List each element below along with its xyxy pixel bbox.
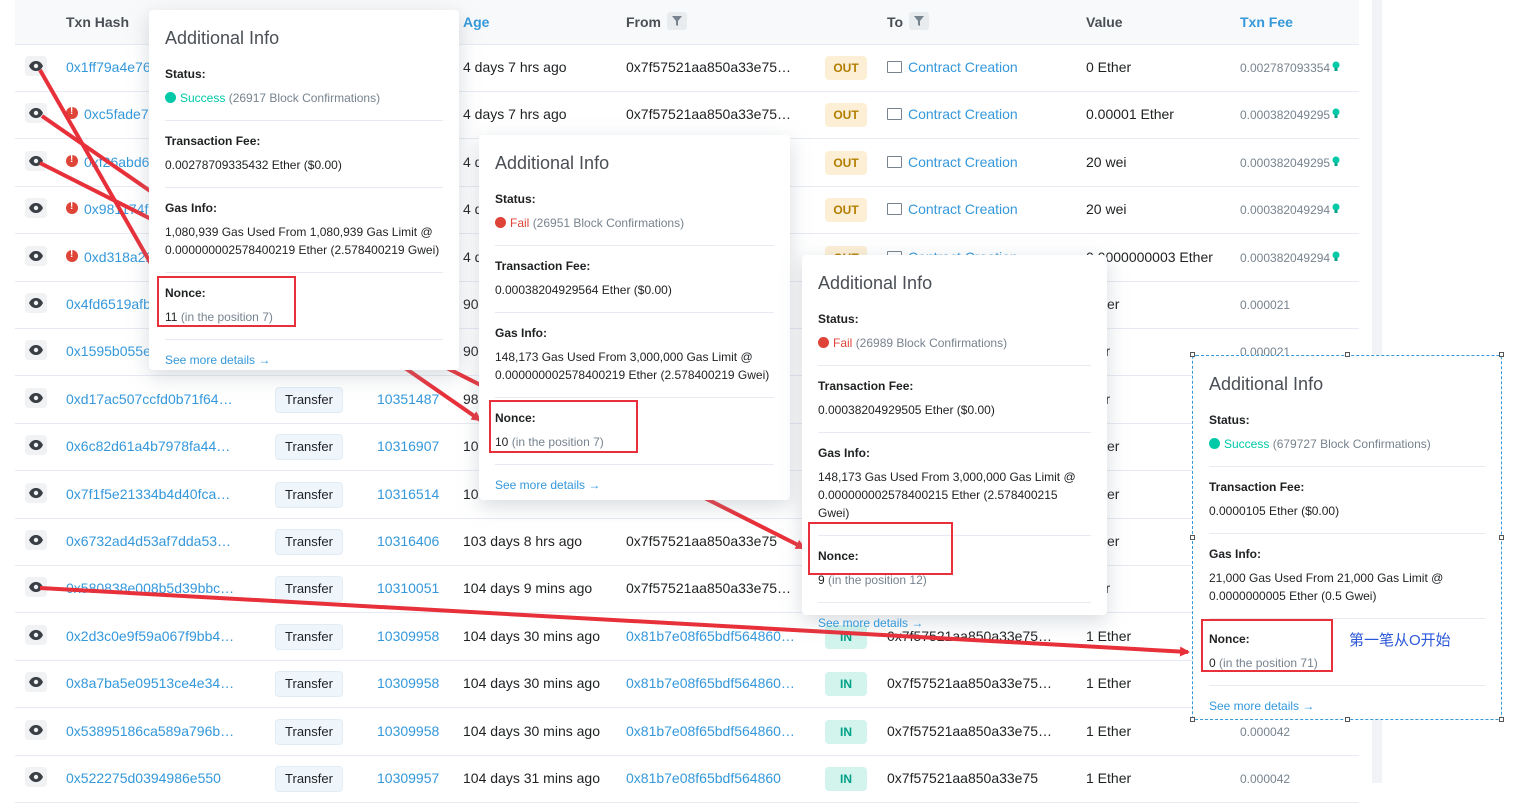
- gas-section: Gas Info: 148,173 Gas Used From 3,000,000…: [495, 326, 774, 398]
- nonce-highlight-box: [808, 522, 953, 575]
- nonce-highlight-box: [157, 276, 296, 327]
- gas-value: 21,000 Gas Used From 21,000 Gas Limit @ …: [1209, 571, 1444, 603]
- status-text: Fail: [833, 336, 853, 350]
- popup-title: Additional Info: [165, 28, 280, 48]
- fee-value: 0.00038204929505 Ether ($0.00): [818, 403, 995, 417]
- popup-title: Additional Info: [818, 273, 933, 293]
- popup-title: Additional Info: [495, 153, 610, 173]
- fee-value: 0.0000105 Ether ($0.00): [1209, 504, 1340, 518]
- annotation-note: 第一笔从O开始: [1349, 632, 1451, 649]
- status-confirmations: (679727 Block Confirmations): [1272, 437, 1431, 451]
- popup-title: Additional Info: [1209, 374, 1324, 394]
- see-more-details-link[interactable]: See more details →: [1209, 699, 1485, 713]
- status-confirmations: (26989 Block Confirmations): [855, 336, 1008, 350]
- resize-handle[interactable]: [1345, 352, 1350, 357]
- x-circle-icon: [495, 217, 506, 229]
- status-confirmations: (26951 Block Confirmations): [532, 216, 685, 230]
- gas-label: Gas Info:: [165, 201, 218, 215]
- status-label: Status:: [495, 192, 536, 206]
- status-text: Success: [180, 91, 226, 105]
- fee-value: 0.00038204929564 Ether ($0.00): [495, 283, 672, 297]
- status-value: Success (679727 Block Confirmations): [1209, 435, 1485, 453]
- resize-handle[interactable]: [1499, 352, 1504, 357]
- check-circle-icon: [1209, 438, 1220, 450]
- status-section: Status: Success (26917 Block Confirmation…: [165, 67, 443, 121]
- gas-value: 148,173 Gas Used From 3,000,000 Gas Limi…: [818, 470, 1076, 520]
- gas-label: Gas Info:: [818, 446, 871, 460]
- status-confirmations: (26917 Block Confirmations): [228, 91, 381, 105]
- status-label: Status:: [165, 67, 206, 81]
- fee-label: Transaction Fee:: [1209, 480, 1305, 494]
- resize-handle[interactable]: [1345, 717, 1350, 722]
- gas-label: Gas Info:: [495, 326, 548, 340]
- x-circle-icon: [818, 337, 829, 349]
- status-section: Status: Success (679727 Block Confirmatio…: [1209, 413, 1485, 467]
- gas-section: Gas Info: 21,000 Gas Used From 21,000 Gas…: [1209, 547, 1485, 619]
- fee-label: Transaction Fee:: [495, 259, 591, 273]
- arrow-1: [38, 69, 164, 285]
- status-section: Status: Fail (26951 Block Confirmations): [495, 192, 774, 246]
- gas-value: 1,080,939 Gas Used From 1,080,939 Gas Li…: [165, 225, 440, 257]
- gas-section: Gas Info: 1,080,939 Gas Used From 1,080,9…: [165, 201, 443, 273]
- nonce-position: (in the position 12): [828, 573, 927, 587]
- check-circle-icon: [165, 92, 176, 104]
- see-more-details-link[interactable]: See more details →: [165, 353, 443, 367]
- resize-handle[interactable]: [1499, 535, 1504, 540]
- status-text: Fail: [510, 216, 530, 230]
- fee-value: 0.00278709335432 Ether ($0.00): [165, 158, 342, 172]
- fee-section: Transaction Fee: 0.00038204929505 Ether (…: [818, 379, 1091, 433]
- status-text: Success: [1224, 437, 1270, 451]
- status-label: Status:: [818, 312, 859, 326]
- fee-section: Transaction Fee: 0.0000105 Ether ($0.00): [1209, 480, 1485, 534]
- gas-label: Gas Info:: [1209, 547, 1262, 561]
- fee-section: Transaction Fee: 0.00278709335432 Ether (…: [165, 134, 443, 188]
- status-section: Status: Fail (26989 Block Confirmations): [818, 312, 1091, 366]
- resize-handle[interactable]: [1190, 535, 1195, 540]
- status-value: Success (26917 Block Confirmations): [165, 89, 443, 107]
- nonce-number: 9: [818, 573, 825, 587]
- status-value: Fail (26951 Block Confirmations): [495, 214, 774, 232]
- see-more-details-link[interactable]: See more details →: [818, 616, 1091, 630]
- fee-label: Transaction Fee:: [165, 134, 261, 148]
- gas-value: 148,173 Gas Used From 3,000,000 Gas Limi…: [495, 350, 770, 382]
- fee-section: Transaction Fee: 0.00038204929564 Ether (…: [495, 259, 774, 313]
- resize-handle[interactable]: [1190, 352, 1195, 357]
- nonce-highlight-box: [1201, 619, 1333, 672]
- fee-label: Transaction Fee:: [818, 379, 914, 393]
- status-label: Status:: [1209, 413, 1250, 427]
- nonce-highlight-box: [489, 400, 638, 453]
- see-more-details-link[interactable]: See more details →: [495, 478, 774, 492]
- screenshot-stage: Txn Hash Age From To Value Txn Fee 0x1ff…: [0, 0, 1538, 803]
- status-value: Fail (26989 Block Confirmations): [818, 334, 1091, 352]
- resize-handle[interactable]: [1499, 717, 1504, 722]
- resize-handle[interactable]: [1190, 717, 1195, 722]
